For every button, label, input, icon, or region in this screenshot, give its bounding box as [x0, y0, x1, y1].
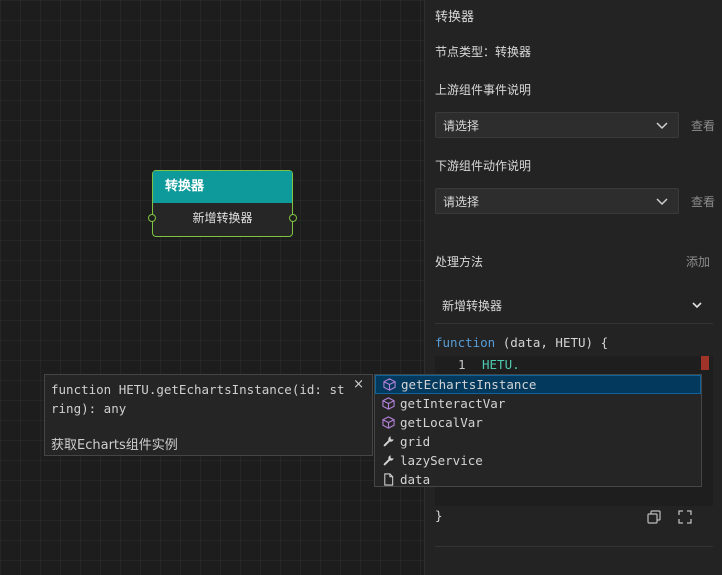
tooltip-description: 获取Echarts组件实例: [51, 438, 178, 453]
method-select-value: 新增转换器: [442, 299, 503, 313]
suggestion-item[interactable]: data: [375, 470, 701, 489]
copy-icon[interactable]: [647, 509, 661, 528]
input-port[interactable]: [148, 214, 156, 222]
suggestion-label: data: [400, 472, 431, 487]
suggestion-item[interactable]: getLocalVar: [375, 413, 701, 432]
chevron-down-icon: [656, 113, 668, 148]
node-title: 转换器: [153, 171, 292, 203]
suggestion-label: grid: [400, 434, 431, 449]
upstream-select-value: 请选择: [443, 119, 480, 133]
converter-node[interactable]: 转换器 新增转换器: [148, 170, 297, 237]
wrench-icon: [381, 454, 395, 468]
suggestion-item[interactable]: grid: [375, 432, 701, 451]
panel-title: 转换器: [435, 10, 475, 25]
downstream-label: 下游组件动作说明: [435, 159, 532, 173]
function-params: (data, HETU) {: [495, 335, 609, 350]
node-body-label: 新增转换器: [192, 211, 253, 225]
autocomplete-list[interactable]: getEchartsInstance getInteractVar getLoc…: [374, 374, 702, 487]
wrench-icon: [381, 435, 395, 449]
suggestion-item[interactable]: lazyService: [375, 451, 701, 470]
line-number: 1: [458, 357, 466, 372]
closing-brace: }: [435, 508, 443, 523]
suggestion-item[interactable]: getInteractVar: [375, 394, 701, 413]
suggestion-label: lazyService: [400, 453, 483, 468]
suggestion-label: getLocalVar: [400, 415, 483, 430]
function-signature: function (data, HETU) {: [435, 335, 608, 350]
output-port[interactable]: [289, 214, 297, 222]
code-line[interactable]: HETU.: [482, 357, 520, 372]
method-cube-icon: [381, 397, 395, 411]
upstream-label: 上游组件事件说明: [435, 83, 532, 97]
suggestion-label: getInteractVar: [400, 396, 506, 411]
method-label: 处理方法: [435, 255, 484, 269]
downstream-view-link[interactable]: 查看: [691, 193, 715, 210]
panel-divider: [435, 546, 713, 547]
node-type-label: 节点类型：转换器: [435, 45, 532, 59]
function-keyword: function: [435, 335, 496, 350]
upstream-select[interactable]: 请选择: [435, 112, 679, 138]
file-icon: [381, 473, 395, 487]
suggestion-label: getEchartsInstance: [401, 377, 537, 392]
method-cube-icon: [381, 416, 395, 430]
editor-scrollbar[interactable]: [701, 356, 709, 370]
fullscreen-icon[interactable]: [678, 509, 692, 528]
suggestion-detail-tooltip: function HETU.getEchartsInstance(id: str…: [44, 374, 373, 456]
tooltip-signature: function HETU.getEchartsInstance(id: str…: [51, 382, 345, 416]
suggestion-item[interactable]: getEchartsInstance: [375, 375, 701, 394]
upstream-view-link[interactable]: 查看: [691, 117, 715, 134]
chevron-down-icon: [656, 189, 668, 224]
method-select[interactable]: 新增转换器: [435, 288, 713, 324]
method-cube-icon: [382, 378, 396, 392]
chevron-down-icon: [691, 288, 703, 338]
method-add-link[interactable]: 添加: [686, 253, 710, 270]
downstream-select[interactable]: 请选择: [435, 188, 679, 214]
close-icon[interactable]: ×: [353, 377, 364, 392]
flow-canvas[interactable]: 转换器 新增转换器: [0, 0, 424, 575]
downstream-select-value: 请选择: [443, 195, 480, 209]
